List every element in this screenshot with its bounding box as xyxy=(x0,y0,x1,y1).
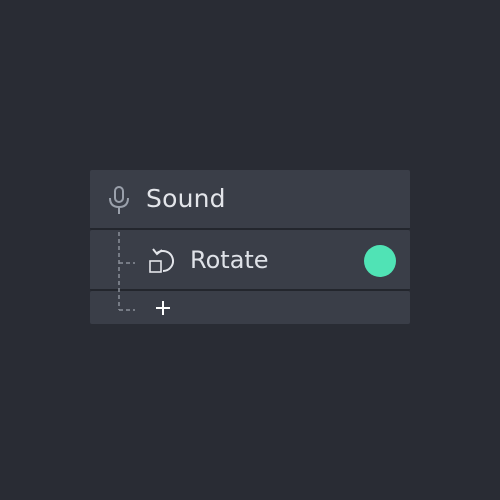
group-row-sound[interactable]: Sound xyxy=(90,170,410,230)
layer-row-rotate[interactable]: Rotate xyxy=(90,230,410,291)
layer-tree-panel: Sound Rotate xyxy=(90,170,410,324)
add-layer-row[interactable] xyxy=(90,291,410,324)
microphone-icon xyxy=(106,186,132,216)
layer-label: Rotate xyxy=(190,246,269,274)
plus-icon[interactable] xyxy=(154,299,172,317)
group-label: Sound xyxy=(146,184,226,213)
status-indicator[interactable] xyxy=(364,245,396,277)
rotate-icon xyxy=(148,246,178,276)
